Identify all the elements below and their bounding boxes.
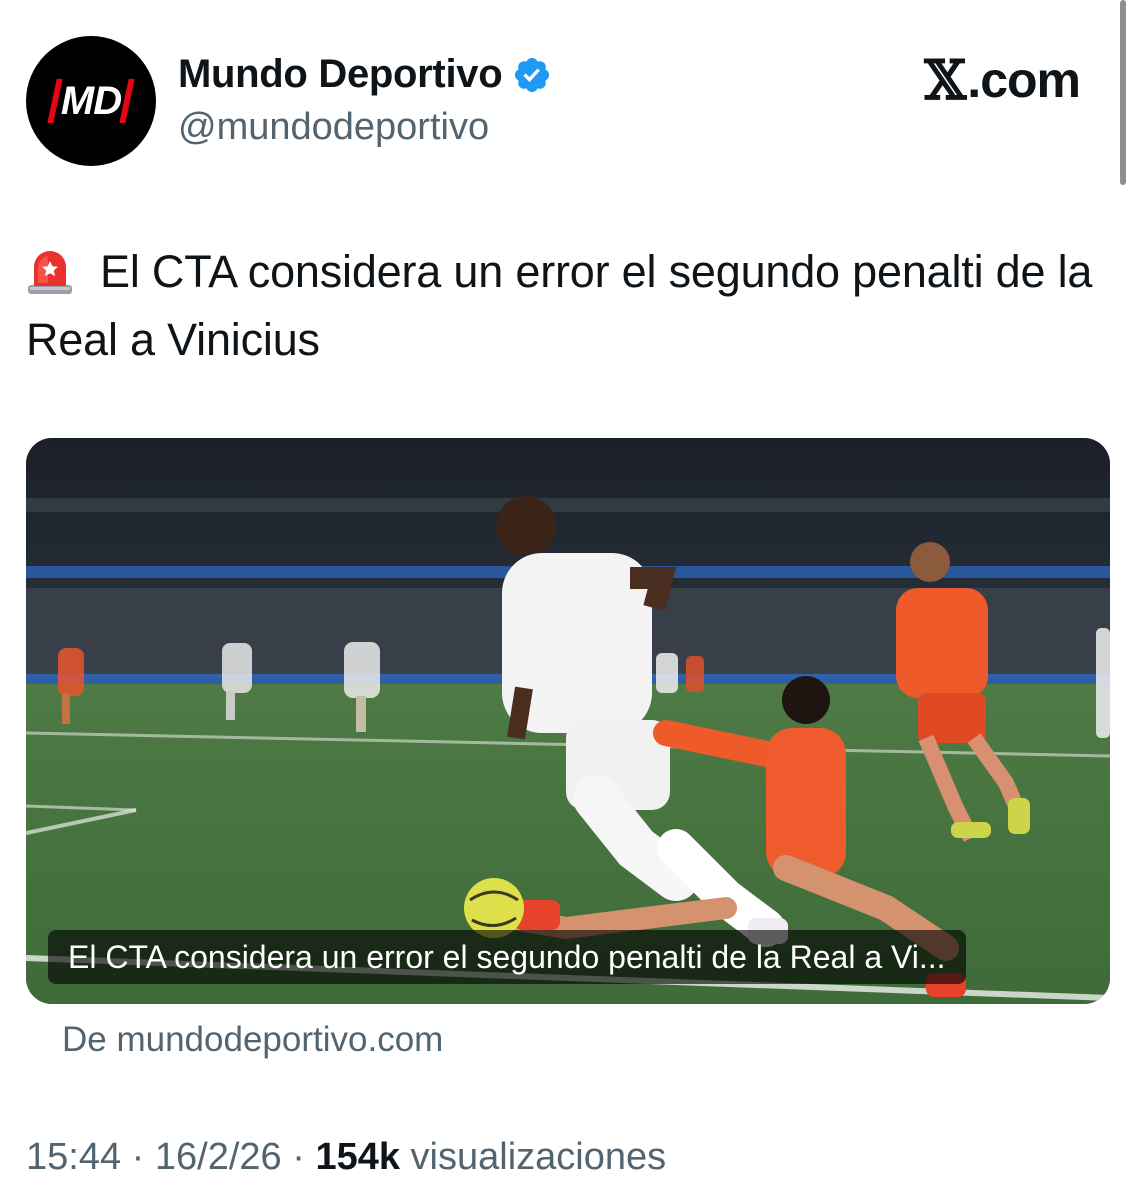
display-name[interactable]: Mundo Deportivo xyxy=(178,52,503,97)
tweet-text: El CTA considera un error el segundo pen… xyxy=(26,238,1106,374)
views-label: visualizaciones xyxy=(400,1136,667,1178)
brand-domain: .com xyxy=(967,52,1081,108)
media-caption: El CTA considera un error el segundo pen… xyxy=(48,930,966,984)
views-count: 154k xyxy=(315,1136,400,1178)
card-source-link[interactable]: De mundodeportivo.com xyxy=(62,1020,443,1060)
meta-separator: · xyxy=(281,1136,316,1178)
tweet-screenshot: MD Mundo Deportivo @mundodeportivo 𝕏 .co… xyxy=(0,0,1138,1200)
link-card-media[interactable]: El CTA considera un error el segundo pen… xyxy=(26,438,1110,1004)
x-logo-icon: 𝕏 xyxy=(924,48,966,112)
tweet-date[interactable]: 16/2/26 xyxy=(155,1136,282,1178)
x-com-watermark: 𝕏 .com xyxy=(924,48,1081,112)
meta-separator: · xyxy=(121,1136,155,1178)
scrollbar[interactable] xyxy=(1120,0,1126,185)
verified-badge-icon xyxy=(515,57,550,92)
tweet-meta: 15:44 · 16/2/26 · 154k visualizaciones xyxy=(26,1136,666,1179)
siren-icon xyxy=(28,251,72,294)
avatar[interactable]: MD xyxy=(26,36,156,166)
football-photo xyxy=(26,438,1110,1004)
tweet-body: El CTA considera un error el segundo pen… xyxy=(26,246,1093,365)
handle[interactable]: @mundodeportivo xyxy=(178,106,489,149)
tweet-time[interactable]: 15:44 xyxy=(26,1136,121,1178)
md-logo: MD xyxy=(47,79,135,124)
author-name-row: Mundo Deportivo xyxy=(178,52,552,97)
